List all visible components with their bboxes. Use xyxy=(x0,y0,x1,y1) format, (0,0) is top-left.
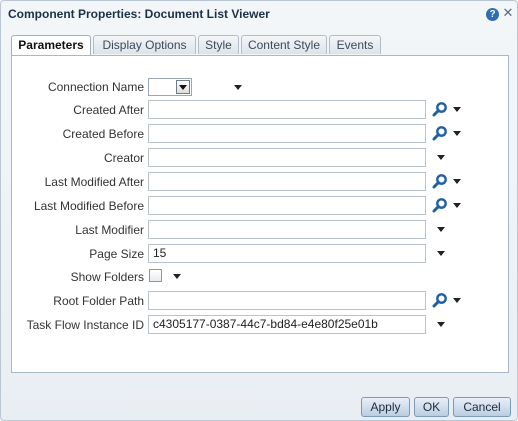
dialog-titlebar: Component Properties: Document List View… xyxy=(1,1,517,29)
caret-down-icon[interactable] xyxy=(173,274,181,279)
dialog-title: Component Properties: Document List View… xyxy=(8,7,270,21)
tab-style[interactable]: Style xyxy=(198,35,239,54)
show-folders-label: Show Folders xyxy=(70,270,144,284)
tab-display-options[interactable]: Display Options xyxy=(93,35,196,54)
last-modifier-label: Last Modifier xyxy=(75,223,144,237)
component-properties-dialog: Component Properties: Document List View… xyxy=(0,0,518,421)
page-size-row: Page Size xyxy=(12,245,144,265)
task-flow-instance-id-input[interactable]: c4305177-0387-44c7-bd84-e4e80f25e01b xyxy=(148,315,426,334)
created-after-row: Created After xyxy=(12,101,144,121)
help-icon[interactable]: ? xyxy=(486,8,499,21)
last-modifier-row: Last Modifier xyxy=(12,221,144,241)
tab-content-style[interactable]: Content Style xyxy=(241,35,327,54)
page-size-input[interactable]: 15 xyxy=(148,244,426,263)
connection-name-row: Connection Name xyxy=(12,78,144,98)
creator-label: Creator xyxy=(103,151,144,165)
last-modified-before-label: Last Modified Before xyxy=(33,199,144,213)
created-after-label: Created After xyxy=(73,103,144,117)
task-flow-instance-id-row: Task Flow Instance ID xyxy=(12,316,144,336)
last-modified-after-input[interactable] xyxy=(148,172,426,191)
last-modified-after-label: Last Modified After xyxy=(44,175,144,189)
last-modified-after-row: Last Modified After xyxy=(12,173,144,193)
search-icon[interactable] xyxy=(432,101,448,117)
show-folders-checkbox[interactable] xyxy=(149,269,162,282)
created-before-input[interactable] xyxy=(148,124,426,143)
tab-parameters[interactable]: Parameters xyxy=(11,35,91,56)
caret-down-icon[interactable] xyxy=(234,85,242,90)
search-icon[interactable] xyxy=(432,292,448,308)
select-arrow-icon xyxy=(176,80,190,94)
caret-down-icon[interactable] xyxy=(437,227,445,232)
connection-name-label: Connection Name xyxy=(47,80,144,94)
creator-row: Creator xyxy=(12,149,144,169)
caret-down-icon[interactable] xyxy=(437,322,445,327)
search-icon[interactable] xyxy=(432,125,448,141)
page-size-label: Page Size xyxy=(89,247,144,261)
created-after-input[interactable] xyxy=(148,100,426,119)
apply-button[interactable]: Apply xyxy=(361,397,410,417)
caret-down-icon[interactable] xyxy=(453,203,461,208)
show-folders-row: Show Folders xyxy=(12,268,144,288)
tab-events[interactable]: Events xyxy=(329,35,381,54)
last-modifier-input[interactable] xyxy=(148,220,426,239)
caret-down-icon[interactable] xyxy=(453,107,461,112)
ok-button[interactable]: OK xyxy=(414,397,449,417)
parameters-panel: Connection Name Created After Created Be… xyxy=(11,55,509,373)
close-icon[interactable]: ✕ xyxy=(502,6,514,20)
connection-name-select[interactable] xyxy=(148,78,192,96)
root-folder-path-label: Root Folder Path xyxy=(53,294,144,308)
caret-down-icon[interactable] xyxy=(437,251,445,256)
caret-down-icon[interactable] xyxy=(453,179,461,184)
creator-input[interactable] xyxy=(148,148,426,167)
root-folder-path-input[interactable] xyxy=(148,291,426,310)
task-flow-instance-id-label: Task Flow Instance ID xyxy=(26,318,144,332)
root-folder-path-row: Root Folder Path xyxy=(12,292,144,312)
created-before-row: Created Before xyxy=(12,125,144,145)
cancel-button[interactable]: Cancel xyxy=(453,397,511,417)
search-icon[interactable] xyxy=(432,173,448,189)
last-modified-before-input[interactable] xyxy=(148,196,426,215)
last-modified-before-row: Last Modified Before xyxy=(12,197,144,217)
caret-down-icon[interactable] xyxy=(453,298,461,303)
caret-down-icon[interactable] xyxy=(453,131,461,136)
created-before-label: Created Before xyxy=(62,127,144,141)
search-icon[interactable] xyxy=(432,197,448,213)
caret-down-icon[interactable] xyxy=(437,155,445,160)
